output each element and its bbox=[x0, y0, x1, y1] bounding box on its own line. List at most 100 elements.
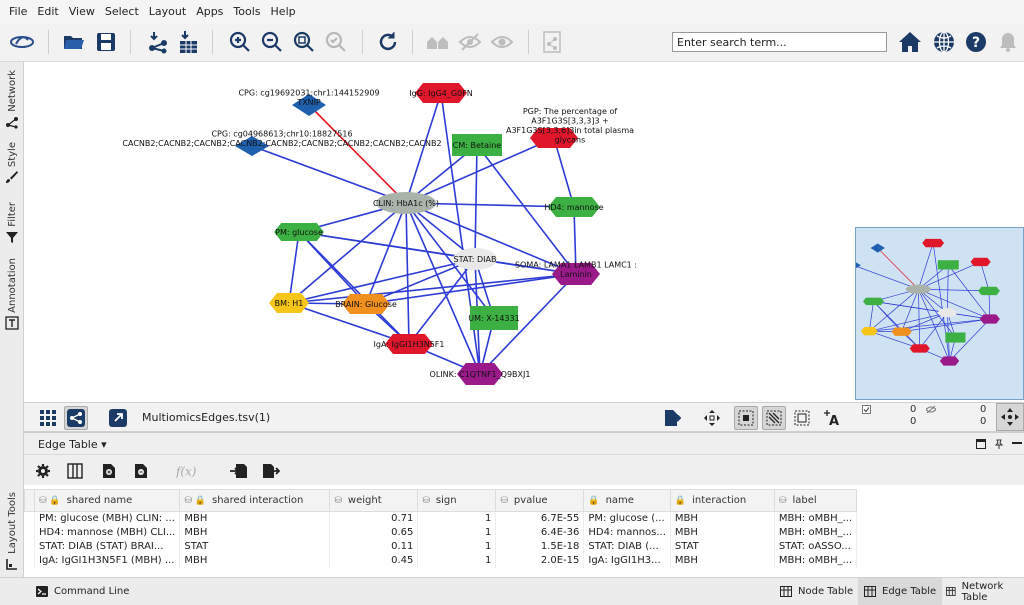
network-edge[interactable] bbox=[474, 144, 478, 260]
table-row[interactable]: HD4: mannose (MBH) CLI... MBH 0.65 1 6.4E-36… bbox=[24, 525, 858, 540]
table-cell[interactable]: 2.0E-15 bbox=[495, 553, 585, 568]
delete-column-icon[interactable] bbox=[130, 460, 152, 482]
network-edge[interactable] bbox=[288, 231, 300, 304]
table-cell[interactable]: MBH bbox=[179, 525, 331, 540]
menu-view[interactable]: View bbox=[64, 0, 100, 24]
network-edge[interactable] bbox=[553, 137, 575, 208]
menu-select[interactable]: Select bbox=[100, 0, 144, 24]
notification-bell-icon[interactable] bbox=[994, 28, 1022, 56]
zoom-in-icon[interactable] bbox=[226, 28, 254, 56]
table-cell[interactable]: STAT bbox=[179, 539, 331, 554]
table-cell[interactable]: MBH: oMBH_... bbox=[774, 511, 858, 526]
tab-layout-tools[interactable]: Layout Tools bbox=[0, 492, 24, 571]
table-cell[interactable]: MBH: oMBH_... bbox=[774, 525, 858, 540]
help-icon[interactable]: ? bbox=[962, 28, 990, 56]
tab-edge-table[interactable]: Edge Table bbox=[858, 578, 943, 605]
row-select-cell[interactable] bbox=[24, 553, 35, 568]
table-row[interactable]: PM: glucose (MBH) CLIN: ... MBH 0.71 1 6.7E-… bbox=[24, 511, 858, 526]
layout-move-icon[interactable] bbox=[700, 406, 724, 430]
menu-help[interactable]: Help bbox=[266, 0, 301, 24]
col-sign[interactable]: ⛁ sign bbox=[417, 489, 497, 512]
table-cell[interactable]: MBH: oMBH_... bbox=[774, 553, 858, 568]
network-edge[interactable] bbox=[365, 273, 577, 305]
table-panel-title[interactable]: Edge Table ▾ bbox=[38, 438, 107, 451]
hide-icon[interactable] bbox=[456, 28, 484, 56]
table-cell[interactable]: MBH bbox=[670, 511, 775, 526]
table-cell[interactable]: 1 bbox=[417, 539, 497, 554]
row-select-cell[interactable] bbox=[24, 511, 35, 526]
table-row[interactable]: STAT: DIAB (STAT) BRAI... STAT 0.11 1 1.5E-1… bbox=[24, 539, 858, 554]
function-builder-icon[interactable]: f(x) bbox=[176, 460, 198, 482]
import-table-button-icon[interactable] bbox=[228, 460, 250, 482]
cytoscape-logo-icon[interactable] bbox=[8, 28, 36, 56]
table-cell[interactable]: MBH bbox=[670, 525, 775, 540]
col-name[interactable]: 🔒 name bbox=[583, 489, 671, 512]
tab-filter[interactable]: Filter bbox=[0, 202, 24, 244]
import-table-icon[interactable] bbox=[174, 28, 202, 56]
globe-icon[interactable] bbox=[930, 28, 958, 56]
command-line-button[interactable]: Command Line bbox=[30, 578, 135, 605]
table-cell[interactable]: MBH bbox=[670, 553, 775, 568]
pin-panel-icon[interactable] bbox=[994, 439, 1004, 449]
network-overview-minimap[interactable] bbox=[846, 227, 1024, 400]
add-column-icon[interactable] bbox=[98, 460, 120, 482]
refresh-icon[interactable] bbox=[374, 28, 402, 56]
network-edge[interactable] bbox=[251, 145, 407, 204]
network-edge[interactable] bbox=[405, 92, 442, 204]
new-subnetwork-icon[interactable] bbox=[538, 28, 566, 56]
export-image-icon[interactable] bbox=[660, 406, 684, 430]
edge-table[interactable]: ⛁ 🔒 shared name ⛁ 🔒 shared interaction ⛁ we… bbox=[24, 489, 858, 568]
menu-edit[interactable]: Edit bbox=[32, 0, 63, 24]
table-cell[interactable]: STAT: oASSO... bbox=[774, 539, 858, 554]
table-cell[interactable]: 1 bbox=[417, 525, 497, 540]
table-cell[interactable]: PM: glucose (MBH) CLIN: ... bbox=[34, 511, 181, 526]
table-cell[interactable]: MBH bbox=[179, 553, 331, 568]
col-shared-interaction[interactable]: ⛁ 🔒 shared interaction bbox=[179, 489, 331, 512]
table-row[interactable]: IgA: IgGI1H3N5F1 (MBH) ... MBH 0.45 1 2.0E-1… bbox=[24, 553, 858, 568]
zoom-fit-icon[interactable] bbox=[290, 28, 318, 56]
table-cell[interactable]: IgA: IgGI1H3... bbox=[583, 553, 671, 568]
col-label-header[interactable]: ⛁ label bbox=[773, 489, 858, 512]
table-cell[interactable]: 0.71 bbox=[329, 511, 419, 526]
table-cell[interactable]: 1.5E-18 bbox=[495, 539, 585, 554]
col-pvalue[interactable]: ⛁ pvalue bbox=[495, 489, 585, 512]
menu-tools[interactable]: Tools bbox=[228, 0, 265, 24]
search-input[interactable] bbox=[672, 32, 887, 52]
network-edge[interactable] bbox=[365, 202, 407, 305]
network-edge[interactable] bbox=[308, 104, 407, 204]
tab-network[interactable]: Network bbox=[0, 70, 24, 129]
table-cell[interactable]: 0.45 bbox=[329, 553, 419, 568]
grid-view-icon[interactable] bbox=[36, 406, 60, 430]
label-select-icon[interactable]: A bbox=[820, 406, 844, 430]
table-cell[interactable]: STAT bbox=[670, 539, 775, 554]
row-select-cell[interactable] bbox=[24, 539, 35, 554]
tab-node-table[interactable]: Node Table bbox=[774, 578, 859, 605]
select-annotations-icon[interactable] bbox=[790, 406, 814, 430]
tab-style[interactable]: Style bbox=[0, 142, 24, 184]
table-settings-gear-icon[interactable] bbox=[32, 460, 54, 482]
home-network-icon[interactable] bbox=[424, 28, 452, 56]
table-cell[interactable]: 6.4E-36 bbox=[495, 525, 585, 540]
network-edge[interactable] bbox=[288, 202, 407, 304]
table-cell[interactable]: STAT: DIAB (STAT) BRAI... bbox=[34, 539, 181, 554]
table-cell[interactable]: 1 bbox=[417, 553, 497, 568]
table-cell[interactable]: 0.65 bbox=[329, 525, 419, 540]
network-view-icon[interactable] bbox=[64, 406, 88, 430]
detach-view-icon[interactable] bbox=[106, 406, 130, 430]
col-shared-name[interactable]: ⛁ 🔒 shared name bbox=[33, 489, 181, 512]
show-columns-icon[interactable] bbox=[64, 460, 86, 482]
menu-file[interactable]: File bbox=[4, 0, 32, 24]
table-cell[interactable]: MBH bbox=[179, 511, 331, 526]
table-cell[interactable]: IgA: IgGI1H3N5F1 (MBH) ... bbox=[34, 553, 181, 568]
col-weight[interactable]: ⛁ weight bbox=[329, 489, 419, 512]
tab-network-table[interactable]: Network Table bbox=[940, 578, 1024, 605]
zoom-out-icon[interactable] bbox=[258, 28, 286, 56]
table-cell[interactable]: STAT: DIAB (... bbox=[583, 539, 671, 554]
import-network-icon[interactable] bbox=[144, 28, 172, 56]
maximize-panel-icon[interactable] bbox=[976, 439, 986, 449]
export-table-icon[interactable] bbox=[260, 460, 282, 482]
table-cell[interactable]: 6.7E-55 bbox=[495, 511, 585, 526]
network-edge[interactable] bbox=[288, 273, 577, 304]
open-session-icon[interactable] bbox=[60, 28, 88, 56]
row-select-cell[interactable] bbox=[24, 525, 35, 540]
